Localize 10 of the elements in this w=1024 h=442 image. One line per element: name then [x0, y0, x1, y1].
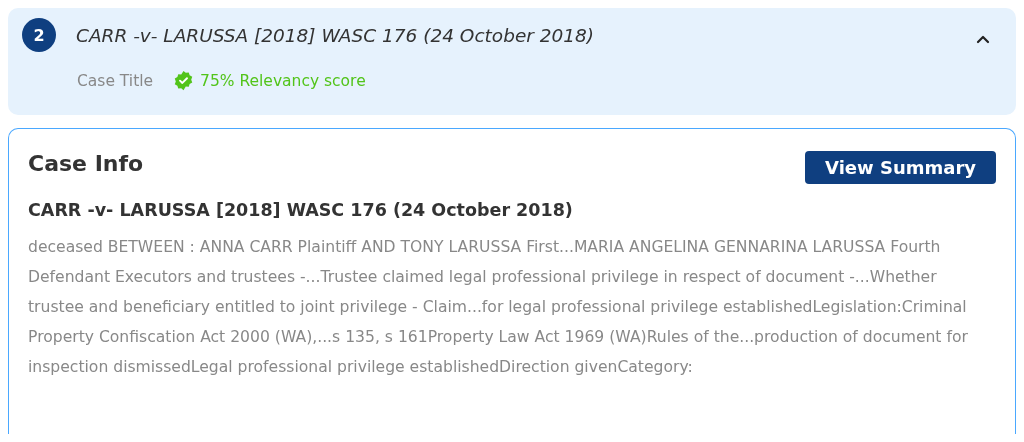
relevancy-score: 75% Relevancy score	[200, 71, 366, 90]
view-summary-button[interactable]: View Summary	[805, 151, 996, 184]
result-number: 2	[22, 18, 56, 52]
match-type: Case Title	[77, 71, 154, 90]
result-title: CARR -v- LARUSSA [2018] WASC 176 (24 October 2018)	[76, 24, 596, 46]
case-excerpt: deceased BETWEEN : ANNA CARR Plaintiff AND TONY LARUSSA First...MARIA ANGELINA GENNARINA LARUSSA Fourth Defendant Executors and trustees -...Trustee claimed legal professional privilege in respect of document -...Whether trustee and beneficiary entitled to joint privilege - Claim...for legal professional privilege establishedLegislation:Criminal Property Confiscation Act 2000 (WA),...s 135, s 161Property Law Act 1969 (WA)Rules of the...production of document for inspection dismissedLegal professional privilege establishedDirection givenCategory:	[28, 237, 969, 378]
section-heading: Case Info	[28, 151, 144, 176]
case-name: CARR -v- LARUSSA [2018] WASC 176 (24 October 2018)	[28, 200, 574, 220]
chevron-icon	[976, 34, 990, 44]
verified-badge-icon	[173, 70, 195, 91]
